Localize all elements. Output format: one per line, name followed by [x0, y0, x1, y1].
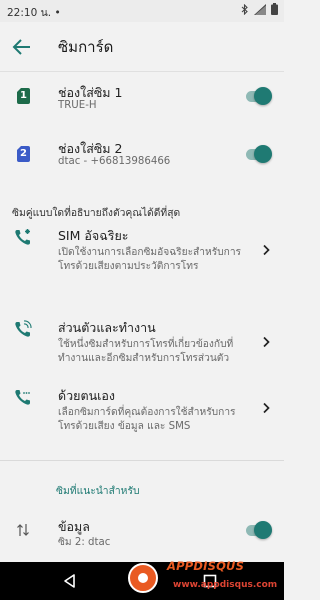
status-time: 22:10 น. • [7, 4, 61, 21]
sim-2-badge-icon: 2 [17, 146, 30, 162]
manual-phone-icon [15, 390, 30, 405]
watermark-logo [128, 563, 158, 593]
status-bar: 22:10 น. • [0, 0, 284, 22]
sim-2-subtitle: dtac - +66813986466 [58, 156, 171, 167]
status-dot: • [54, 7, 61, 19]
page-title: ซิมการ์ด [58, 38, 114, 56]
chevron-right-icon [263, 336, 270, 348]
sim-2-badge-number: 2 [20, 148, 27, 159]
section-divider [0, 460, 284, 461]
sim-1-badge-icon: 1 [17, 88, 30, 104]
smart-sim-option[interactable]: SIM อัจฉริยะ เปิดใช้งานการเลือกซิมอัจฉริ… [0, 220, 284, 282]
status-time-text: 22:10 น. [7, 7, 52, 19]
back-triangle-icon[interactable] [62, 573, 78, 589]
app-bar: ซิมการ์ด [0, 22, 284, 72]
manual-option[interactable]: ด้วยตนเอง เลือกซิมการ์ดที่คุณต้องการใช้ส… [0, 380, 284, 442]
arrow-back-icon[interactable] [10, 36, 34, 58]
personal-work-desc-line2: ทำงานและอีกซิมสำหรับการโทรส่วนตัว [58, 353, 230, 364]
watermark-url: www.appdisqus.com [173, 580, 278, 590]
mobile-data-row[interactable]: ข้อมูล ซิม 2: dtac [0, 508, 284, 556]
signal-icon [254, 3, 266, 15]
data-subtitle: ซิม 2: dtac [58, 537, 111, 548]
bluetooth-icon [241, 3, 248, 15]
smart-sim-desc-line2: โทรด้วยเสียงตามประวัติการโทร [58, 261, 199, 272]
sim-2-toggle-thumb [254, 145, 272, 163]
sim-2-toggle[interactable] [244, 143, 274, 165]
smart-sim-title: SIM อัจฉริยะ [58, 228, 129, 243]
sim-slot-1-row[interactable]: 1 ช่องใส่ซิม 1 TRUE-H [0, 72, 284, 122]
chevron-right-icon [263, 244, 270, 256]
personal-work-phone-icon [15, 320, 32, 337]
dual-sim-preference-label: ซิมคู่แบบใดที่อธิบายถึงตัวคุณได้ดีที่สุด [12, 207, 181, 219]
smart-sim-phone-icon [15, 229, 30, 245]
personal-work-option[interactable]: ส่วนตัวและทำงาน ใช้หนึ่งซิมสำหรับการโทรท… [0, 312, 284, 374]
sim-1-badge-number: 1 [20, 90, 27, 101]
watermark-text: APPDISQUS [167, 559, 245, 573]
sim-1-subtitle: TRUE-H [58, 100, 97, 111]
data-toggle-thumb [254, 521, 272, 539]
personal-work-title: ส่วนตัวและทำงาน [58, 320, 156, 335]
sim-1-toggle-thumb [254, 87, 272, 105]
battery-icon [271, 3, 278, 15]
suggested-sim-label: ซิมที่แนะนำสำหรับ [56, 485, 140, 497]
chevron-right-icon [263, 402, 270, 414]
sim-slot-2-row[interactable]: 2 ช่องใส่ซิม 2 dtac - +66813986466 [0, 132, 284, 182]
manual-desc-line2: โทรด้วยเสียง ข้อมูล และ SMS [58, 421, 191, 432]
data-arrows-icon [17, 524, 29, 536]
manual-title: ด้วยตนเอง [58, 388, 116, 403]
status-icons [241, 3, 278, 15]
data-toggle[interactable] [244, 519, 274, 541]
sim-1-toggle[interactable] [244, 85, 274, 107]
